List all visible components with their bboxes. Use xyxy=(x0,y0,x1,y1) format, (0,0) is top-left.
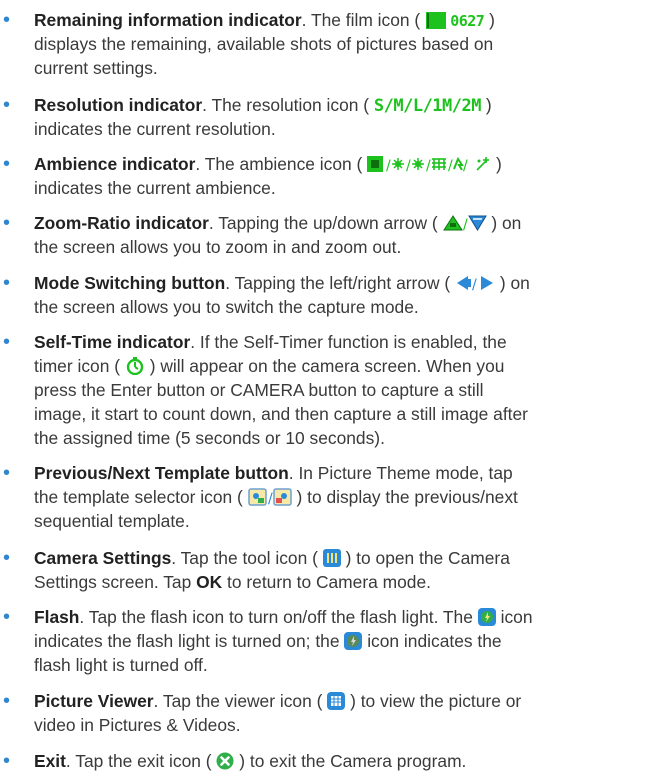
item-title: Self-Time indicator xyxy=(34,332,191,352)
item-title: Mode Switching button xyxy=(34,273,226,293)
svg-text:/: / xyxy=(386,158,391,173)
bullet: • xyxy=(3,272,11,294)
svg-text:/: / xyxy=(463,217,468,232)
item-title: Previous/Next Template button xyxy=(34,463,289,483)
bullet: • xyxy=(3,690,11,712)
svg-text:/: / xyxy=(406,158,411,173)
item-title: Picture Viewer xyxy=(34,691,154,711)
bullet: • xyxy=(3,331,11,353)
bullet: • xyxy=(3,750,11,772)
bullet: • xyxy=(3,9,11,31)
template-selector-icon: / xyxy=(247,488,292,512)
item-title: Ambience indicator xyxy=(34,154,196,174)
remaining-count: 0627 xyxy=(450,12,485,30)
svg-text:/: / xyxy=(426,158,431,173)
item-title: Flash xyxy=(34,607,80,627)
bullet: • xyxy=(3,462,11,484)
bullet: • xyxy=(3,153,11,175)
bullet: • xyxy=(3,606,11,628)
flash-off-icon xyxy=(344,632,363,656)
bullet: • xyxy=(3,212,11,234)
bullet: • xyxy=(3,94,11,116)
left-right-arrows-icon: / xyxy=(455,274,495,298)
svg-text:/: / xyxy=(472,277,477,292)
exit-icon xyxy=(216,752,234,776)
ambience-icons: / / / / / xyxy=(367,155,491,179)
item-title: Remaining information indicator xyxy=(34,10,302,30)
resolution-icons: S/M/L/1M/2M xyxy=(373,96,482,116)
svg-text:/: / xyxy=(448,158,453,173)
svg-text:/: / xyxy=(268,491,273,506)
item-title: Camera Settings xyxy=(34,548,172,568)
bullet: • xyxy=(3,547,11,569)
viewer-icon xyxy=(327,692,346,716)
item-title: Exit xyxy=(34,751,66,771)
item-title: Resolution indicator xyxy=(34,95,203,115)
zoom-arrows-icon: / xyxy=(442,214,487,238)
item-title: Zoom-Ratio indicator xyxy=(34,213,209,233)
ok-label: OK xyxy=(196,572,223,592)
svg-text:/: / xyxy=(463,158,468,173)
